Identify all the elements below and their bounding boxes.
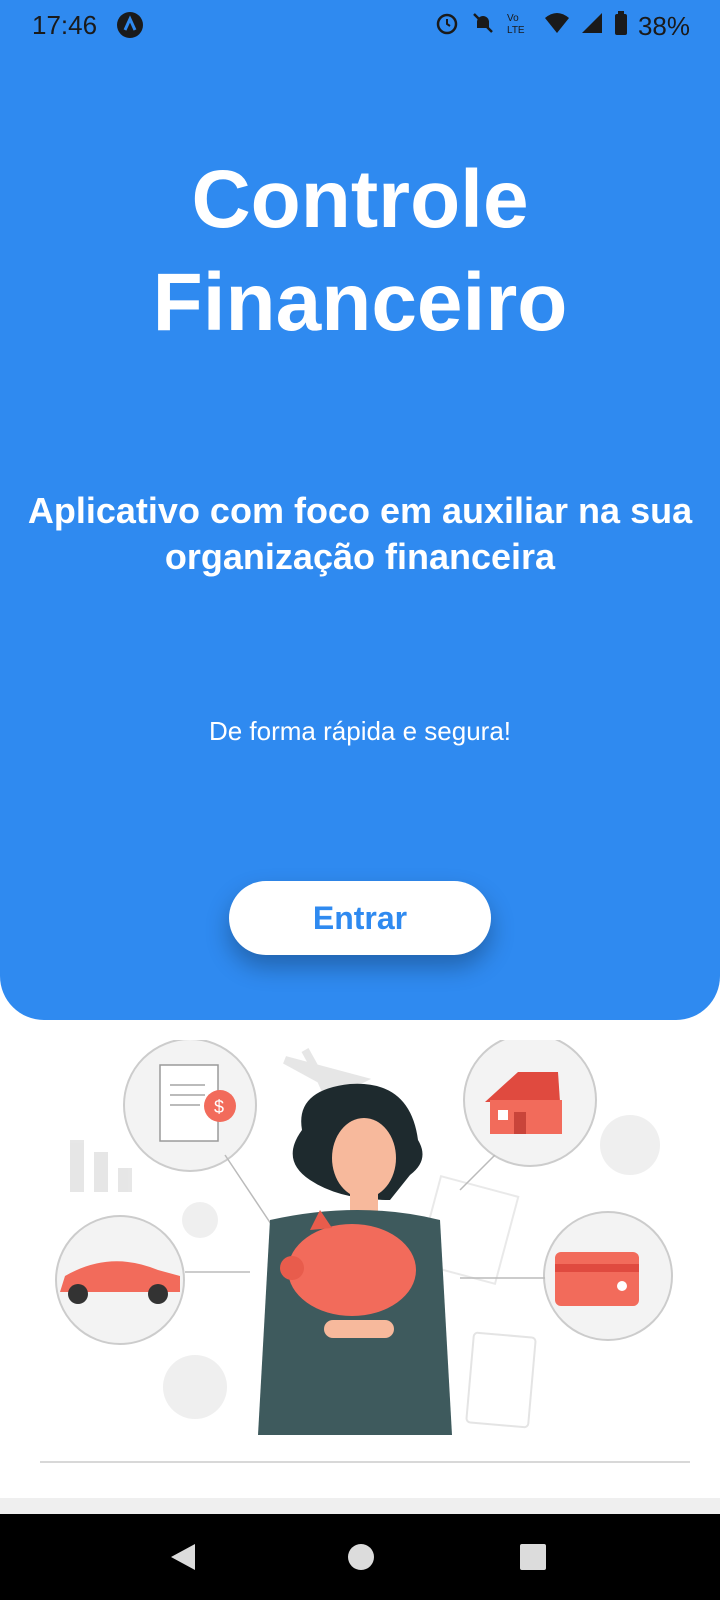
bar-chart-icon: [70, 1140, 132, 1192]
recents-button[interactable]: [508, 1534, 558, 1584]
enter-button[interactable]: Entrar: [229, 881, 491, 955]
calculator-icon: [465, 1331, 537, 1429]
svg-text:$: $: [214, 1097, 224, 1117]
app-title: Controle Financeiro: [0, 148, 720, 354]
volte-icon: Vo LTE: [506, 10, 534, 43]
home-button[interactable]: [336, 1534, 386, 1584]
app-subtitle: Aplicativo com foco em auxiliar na sua o…: [10, 488, 710, 580]
hero-panel: Controle Financeiro Aplicativo com foco …: [0, 0, 720, 1020]
subtitle-line-1: Aplicativo com foco em auxiliar na sua: [27, 490, 693, 531]
battery-percentage: 38%: [637, 11, 690, 41]
subtitle-line-2: organização financeira: [164, 536, 556, 577]
back-button[interactable]: [158, 1534, 208, 1584]
car-icon: [55, 1215, 185, 1345]
document-dollar-icon: $: [123, 1040, 257, 1172]
credit-card-icon: [543, 1211, 673, 1341]
svg-text:LTE: LTE: [507, 25, 525, 36]
title-line-2: Financeiro: [152, 257, 568, 348]
signal-icon: [580, 11, 604, 42]
back-icon: [169, 1542, 197, 1577]
status-icons: Vo LTE 38%: [434, 10, 690, 43]
recents-icon: [520, 1543, 546, 1575]
status-time: 17:46: [32, 10, 98, 40]
battery-icon: [614, 11, 628, 42]
woman-with-piggy-bank: [258, 1083, 452, 1435]
status-bar: 17:46 Vo LTE 38%: [0, 0, 720, 52]
wifi-icon: [544, 11, 570, 42]
mute-icon: [470, 10, 496, 43]
navigation-bar: [0, 1514, 720, 1600]
app-notification-icon: [116, 11, 144, 46]
home-icon: [347, 1543, 375, 1576]
svg-text:Vo: Vo: [507, 13, 519, 24]
tagline: De forma rápida e segura!: [208, 716, 512, 746]
bottom-strip: [0, 1498, 720, 1514]
finance-illustration: $: [40, 1040, 690, 1463]
alarm-icon: [434, 10, 460, 43]
house-icon: [463, 1040, 597, 1167]
title-line-1: Controle: [191, 154, 529, 245]
